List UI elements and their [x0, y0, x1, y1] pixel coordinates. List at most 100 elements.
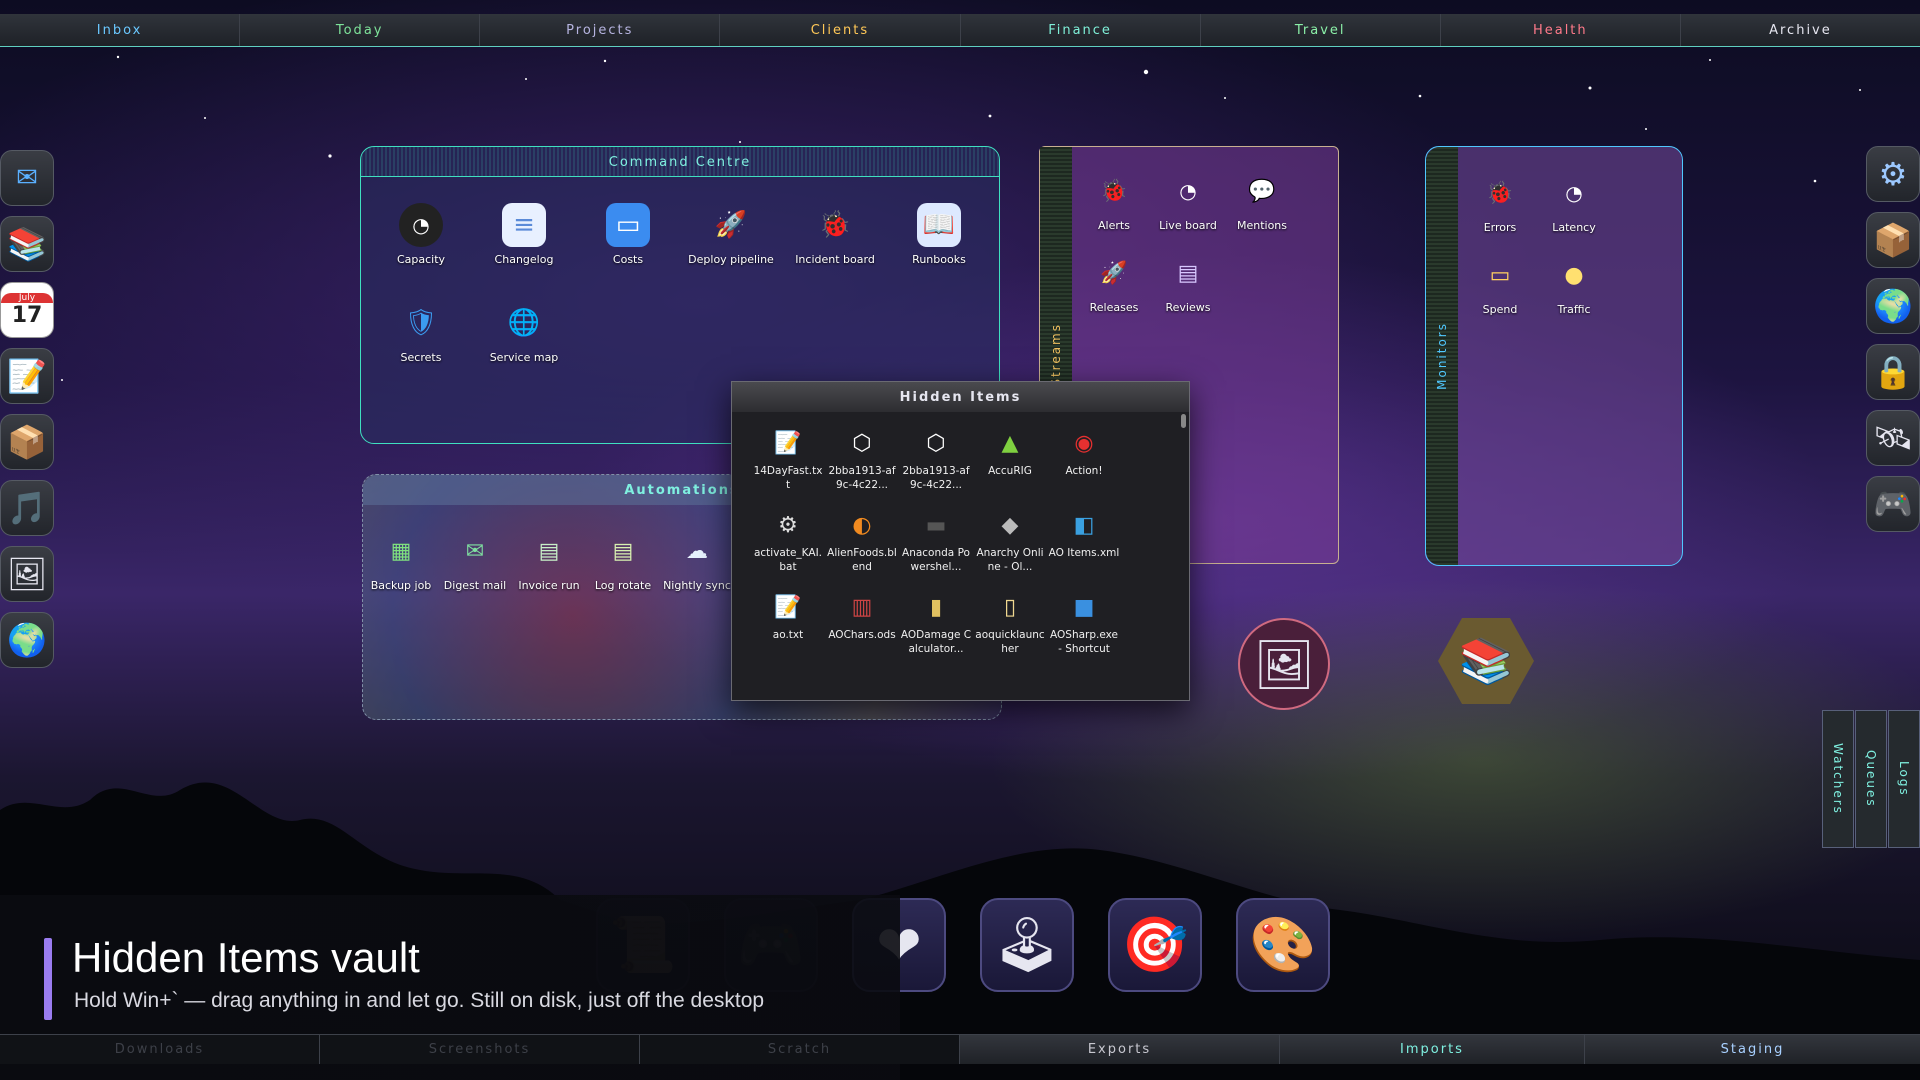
- floating-books-icon[interactable]: 📚: [1438, 618, 1534, 704]
- batch-file-icon: ⚙: [778, 512, 798, 538]
- changelog-shortcut[interactable]: ≡ Changelog: [476, 203, 572, 266]
- notepad-icon[interactable]: 📝: [0, 348, 54, 404]
- tab-queues[interactable]: Queues: [1855, 710, 1887, 848]
- reviews-shortcut[interactable]: ▤ Reviews: [1140, 251, 1236, 315]
- costs-shortcut[interactable]: ▭ Costs: [580, 203, 676, 266]
- file-label: ao.txt: [772, 629, 804, 641]
- service-map-shortcut[interactable]: 🌐 Service map: [476, 301, 572, 364]
- item-label: Capacity: [396, 253, 446, 266]
- satellite-icon[interactable]: 🛰: [1866, 410, 1920, 466]
- incident-board-shortcut[interactable]: 🐞 Incident board: [787, 203, 883, 266]
- tab-staging[interactable]: Staging: [1585, 1035, 1920, 1064]
- file-label: Action!: [1065, 465, 1103, 477]
- tab-archive[interactable]: Archive: [1680, 14, 1920, 46]
- shield-icon: 🛡: [404, 308, 438, 338]
- file-item[interactable]: ▲ AccuRIG: [974, 426, 1046, 478]
- terminal-icon: ▬: [925, 512, 947, 538]
- capacity-shortcut[interactable]: ◔ Capacity: [373, 203, 469, 266]
- target-icon[interactable]: 🎯: [1108, 898, 1202, 992]
- gear-icon[interactable]: ⚙: [1866, 146, 1920, 202]
- tab-label: Projects: [566, 22, 634, 38]
- tab-finance[interactable]: Finance: [960, 14, 1201, 46]
- runbooks-shortcut[interactable]: 📖 Runbooks: [891, 203, 987, 266]
- chat-icon: 💬: [1248, 178, 1276, 204]
- file-item[interactable]: ⚙ activate_KAI.bat: [752, 508, 824, 574]
- calendar-icon[interactable]: July 17: [0, 282, 54, 338]
- window-title: Hidden Items: [899, 389, 1022, 405]
- file-item[interactable]: ▮ AODamage Calculator...: [900, 590, 972, 656]
- tab-today[interactable]: Today: [240, 14, 481, 46]
- file-label: 2bba1913-af9c-4c22...: [902, 465, 970, 491]
- latency-shortcut[interactable]: ◔ Latency: [1526, 171, 1622, 234]
- file-item[interactable]: ⬡ 2bba1913-af9c-4c22...: [900, 426, 972, 492]
- item-label: Backup job: [370, 579, 432, 592]
- panel-title: Command Centre: [608, 155, 752, 170]
- wallet-icon: ▭: [1489, 262, 1511, 288]
- books-icon[interactable]: 📚: [0, 216, 54, 272]
- tab-label: Queues: [1864, 750, 1878, 808]
- tab-health[interactable]: Health: [1440, 14, 1681, 46]
- music-icon[interactable]: 🎵: [0, 480, 54, 536]
- monitors-tab-label: Monitors: [1435, 322, 1449, 390]
- floating-picture-icon[interactable]: 🖼: [1238, 618, 1330, 710]
- command-centre-header[interactable]: Command Centre: [361, 147, 999, 177]
- spreadsheet-icon: ▥: [851, 594, 873, 620]
- package-icon[interactable]: 📦: [0, 414, 54, 470]
- game-icon: ◆: [1001, 512, 1019, 538]
- file-item[interactable]: ▥ AOChars.ods: [826, 590, 898, 642]
- tab-screenshots[interactable]: Screenshots: [320, 1035, 640, 1064]
- file-item[interactable]: ◉ Action!: [1048, 426, 1120, 478]
- item-label: Invoice run: [518, 579, 580, 592]
- file-item[interactable]: 📝 ao.txt: [752, 590, 824, 642]
- tab-imports[interactable]: Imports: [1280, 1035, 1585, 1064]
- gamepad-icon[interactable]: 🎮: [1866, 476, 1920, 532]
- file-item[interactable]: ◐ AlienFoods.blend: [826, 508, 898, 574]
- tab-downloads[interactable]: Downloads: [0, 1035, 320, 1064]
- file-item[interactable]: ⬡ 2bba1913-af9c-4c22...: [826, 426, 898, 492]
- item-label: Secrets: [400, 351, 442, 364]
- lock-icon[interactable]: 🔒: [1866, 344, 1920, 400]
- traffic-shortcut[interactable]: ● Traffic: [1526, 253, 1622, 317]
- package-icon[interactable]: 📦: [1866, 212, 1920, 268]
- toast-subtitle: Hold Win+` — drag anything in and let go…: [74, 989, 765, 1012]
- tab-watchers[interactable]: Watchers: [1822, 710, 1854, 848]
- globe-icon: 🌐: [507, 308, 541, 338]
- item-label: Nightly sync: [663, 579, 731, 592]
- file-label: AccuRIG: [988, 465, 1032, 477]
- file-item[interactable]: ▯ aoquicklauncher: [974, 590, 1046, 656]
- gauge-icon: ◔: [1179, 179, 1197, 203]
- file-item[interactable]: 📝 14DayFast.txt: [752, 426, 824, 492]
- tab-inbox[interactable]: Inbox: [0, 14, 241, 46]
- tab-label: Exports: [1087, 1042, 1152, 1057]
- item-label: Costs: [612, 253, 644, 266]
- secrets-shortcut[interactable]: 🛡 Secrets: [373, 301, 469, 364]
- mentions-shortcut[interactable]: 💬 Mentions: [1214, 169, 1310, 233]
- globe-icon[interactable]: 🌍: [0, 612, 54, 668]
- toast-accent-bar: [44, 938, 52, 1020]
- file-item[interactable]: ■ AOSharp.exe - Shortcut: [1048, 590, 1120, 656]
- hidden-items-titlebar[interactable]: Hidden Items: [732, 382, 1189, 412]
- file-item[interactable]: ▬ Anaconda Powershel...: [900, 508, 972, 574]
- tab-travel[interactable]: Travel: [1200, 14, 1441, 46]
- file-label: AlienFoods.blend: [827, 547, 897, 573]
- archive-icon: ▮: [929, 594, 943, 620]
- tab-label: Logs: [1897, 761, 1911, 797]
- tab-logs[interactable]: Logs: [1888, 710, 1920, 848]
- mail-icon: ✉: [465, 538, 485, 564]
- file-item[interactable]: ◧ AO Items.xml: [1048, 508, 1120, 560]
- mail-icon[interactable]: ✉: [0, 150, 54, 206]
- file-item[interactable]: ◆ Anarchy Online - Ol...: [974, 508, 1046, 574]
- item-label: Latency: [1552, 221, 1596, 234]
- tab-projects[interactable]: Projects: [480, 14, 721, 46]
- tab-scratch[interactable]: Scratch: [640, 1035, 960, 1064]
- picture-icon[interactable]: 🖼: [0, 546, 54, 602]
- joystick-icon[interactable]: 🕹: [980, 898, 1074, 992]
- monitors-panel: Monitors 🐞 Errors ◔ Latency ▭ Spend ● Traffi…: [1425, 146, 1683, 566]
- tab-clients[interactable]: Clients: [720, 14, 961, 46]
- palette-icon[interactable]: 🎨: [1236, 898, 1330, 992]
- tab-exports[interactable]: Exports: [960, 1035, 1280, 1064]
- globe-icon[interactable]: 🌍: [1866, 278, 1920, 334]
- file-grid: 📝 14DayFast.txt ⬡ 2bba1913-af9c-4c22... ⬡ 2bb…: [732, 412, 1182, 700]
- deploy-pipeline-shortcut[interactable]: 🚀 Deploy pipeline: [683, 203, 779, 266]
- cube-file-icon: ⬡: [926, 430, 946, 456]
